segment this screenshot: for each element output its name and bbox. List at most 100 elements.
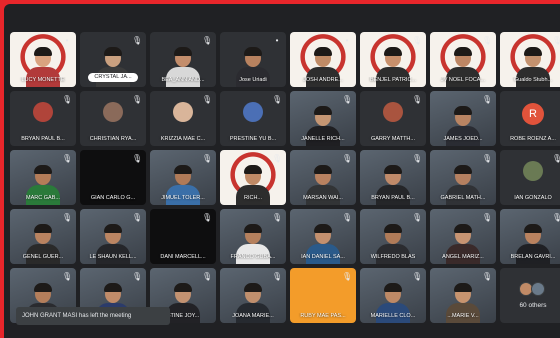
participant-tile[interactable]: 🎙 MARSAN WAI... <box>290 150 356 205</box>
participant-tile[interactable]: 🎙 BRELAN GAVRI... <box>500 209 560 264</box>
mic-muted-icon: 🎙 <box>412 36 423 45</box>
participant-tile[interactable]: 🎙 ...MARIE V... <box>430 268 496 323</box>
others-count: 60 others <box>519 302 547 309</box>
mic-muted-icon: 🎙 <box>132 213 143 222</box>
participant-name: JIMUEL TOLER... <box>161 195 205 201</box>
participant-tile[interactable]: 🎙 RICH... <box>220 150 286 205</box>
mic-muted-icon: 🎙 <box>272 213 283 222</box>
participant-name: IAN GONZALO <box>514 195 552 201</box>
participant-tile[interactable]: 🎙 ANGEL MARIZ... <box>430 209 496 264</box>
participant-tile[interactable]: 🎙 FRANCO GUBA... <box>220 209 286 264</box>
avatar <box>523 161 543 181</box>
mic-muted-icon: 🎙 <box>552 36 560 45</box>
participant-tile[interactable]: • Jose Uriadi <box>220 32 286 87</box>
meeting-stage: • LUCY MONETTE 🎙 CRYSTAL JA... 🎙 BEA_ANN AND.… <box>4 4 560 338</box>
participant-name: Gualdo Stubh... <box>513 77 553 83</box>
mic-muted-icon: 🎙 <box>62 154 73 163</box>
participant-tile[interactable]: 🎙 JAMES JOED... <box>430 91 496 146</box>
participant-name: RICH... <box>243 195 263 201</box>
participant-tile[interactable]: 🎙 BENJEL PATRIC... <box>360 32 426 87</box>
participant-tile[interactable]: 🎙 BEA_ANN AND... <box>150 32 216 87</box>
mic-muted-icon: • <box>275 36 279 45</box>
participant-name: BRYAN PAUL B... <box>21 136 65 142</box>
participant-name: ANGEL MARIZ... <box>442 254 484 260</box>
participant-name: IAN DANIEL SA... <box>301 254 345 260</box>
mic-muted-icon: 🎙 <box>62 272 73 281</box>
avatar <box>33 102 53 122</box>
mic-muted-icon: 🎙 <box>412 213 423 222</box>
participant-tile[interactable]: 🎙 IAN DANIEL SA... <box>290 209 356 264</box>
mic-muted-icon: 🎙 <box>132 36 143 45</box>
participant-name: LUCY MONETTE <box>21 77 65 83</box>
mic-muted-icon: • <box>65 36 69 45</box>
participant-name: GABRIEL MATH... <box>440 195 486 201</box>
participant-tile[interactable]: 🎙 BRYAN PAUL B... <box>10 91 76 146</box>
participant-tile[interactable]: 🎙 MARC GAB... <box>10 150 76 205</box>
participant-tile[interactable]: 🎙 JOANA MARIE... <box>220 268 286 323</box>
participant-name: BEA_ANN AND... <box>161 77 205 83</box>
participant-tile[interactable]: 🎙 KRIZZIA MAE C... <box>150 91 216 146</box>
mic-muted-icon: 🎙 <box>62 213 73 222</box>
mic-muted-icon: 🎙 <box>482 272 493 281</box>
participant-tile[interactable]: 🎙 JIMUEL TOLER... <box>150 150 216 205</box>
participant-tile[interactable]: 🎙 JANELLE RICH... <box>290 91 356 146</box>
mic-muted-icon: • <box>345 36 349 45</box>
participant-name: ROBE ROENZ A... <box>510 136 556 142</box>
participant-tile[interactable]: 🎙 GENEL GUER... <box>10 209 76 264</box>
participant-tile[interactable]: R ROBE ROENZ A... <box>500 91 560 146</box>
mic-muted-icon: 🎙 <box>342 95 353 104</box>
participant-name: GENEL GUER... <box>22 254 64 260</box>
participant-tile[interactable]: 🎙 JV NOEL FOCA... <box>430 32 496 87</box>
participant-name: RUBY MAE PAS... <box>300 313 346 319</box>
participant-tile[interactable]: 🎙 DANI MARCELL... <box>150 209 216 264</box>
participant-name: Jose Uriadi <box>239 77 267 83</box>
participant-name: JANELLE RICH... <box>301 136 345 142</box>
participant-name: BRYAN PAUL B... <box>371 195 415 201</box>
mic-muted-icon: 🎙 <box>482 95 493 104</box>
participant-tile[interactable]: 🎙 RUBY MAE PAS... <box>290 268 356 323</box>
participant-tile[interactable]: 🎙 IAN GONZALO <box>500 150 560 205</box>
participant-name: JOSH ANDRE... <box>303 77 343 83</box>
participant-tile[interactable]: 🎙 BRYAN PAUL B... <box>360 150 426 205</box>
mic-muted-icon: 🎙 <box>132 272 143 281</box>
avatar <box>173 102 193 122</box>
participant-tile[interactable]: 🎙 CRYSTAL JA... <box>80 32 146 87</box>
mic-muted-icon: 🎙 <box>552 154 560 163</box>
mic-muted-icon: 🎙 <box>272 95 283 104</box>
participant-name: CHRISTIAN RYA... <box>89 136 137 142</box>
avatar <box>383 102 403 122</box>
participant-name: MARIELLE CLO... <box>370 313 416 319</box>
mic-muted-icon: 🎙 <box>202 36 213 45</box>
participant-tile[interactable]: 🎙 GARRY MATTH... <box>360 91 426 146</box>
participant-tile[interactable]: 🎙 CHRISTIAN RYA... <box>80 91 146 146</box>
participant-name: MARSAN WAI... <box>303 195 343 201</box>
mic-muted-icon: 🎙 <box>342 272 353 281</box>
mic-muted-icon: 🎙 <box>342 213 353 222</box>
participant-name: PRESTINE YU B... <box>229 136 277 142</box>
participant-tile[interactable]: 🎙 PRESTINE YU B... <box>220 91 286 146</box>
avatar <box>243 102 263 122</box>
participant-tile[interactable]: 🎙 WILFREDO BLAS <box>360 209 426 264</box>
participant-tile[interactable]: 🎙 Gualdo Stubh... <box>500 32 560 87</box>
participant-name: ...MARIE V... <box>447 313 479 319</box>
participant-name: BENJEL PATRIC... <box>369 77 417 83</box>
participant-tile[interactable]: • JOSH ANDRE... <box>290 32 356 87</box>
mic-muted-icon: 🎙 <box>412 154 423 163</box>
participant-tile[interactable]: 🎙 GABRIEL MATH... <box>430 150 496 205</box>
others-tile[interactable]: 60 others <box>500 268 560 323</box>
participant-tile[interactable]: • LUCY MONETTE <box>10 32 76 87</box>
participant-name: KRIZZIA MAE C... <box>160 136 206 142</box>
mic-muted-icon: 🎙 <box>482 154 493 163</box>
mic-muted-icon: 🎙 <box>202 272 213 281</box>
participant-name: MARC GAB... <box>26 195 60 201</box>
participant-name: CRYSTAL JA... <box>88 73 138 82</box>
participant-name: LE SHAUN KELL... <box>89 254 137 260</box>
mic-muted-icon: 🎙 <box>202 213 213 222</box>
participant-grid: • LUCY MONETTE 🎙 CRYSTAL JA... 🎙 BEA_ANN AND.… <box>10 32 560 323</box>
participant-tile[interactable]: 🎙 MARIELLE CLO... <box>360 268 426 323</box>
avatar <box>103 102 123 122</box>
participant-tile[interactable]: 🎙 GIAN CARLO G... <box>80 150 146 205</box>
mic-muted-icon: 🎙 <box>552 213 560 222</box>
participant-name: JV NOEL FOCA... <box>440 77 486 83</box>
participant-tile[interactable]: 🎙 LE SHAUN KELL... <box>80 209 146 264</box>
